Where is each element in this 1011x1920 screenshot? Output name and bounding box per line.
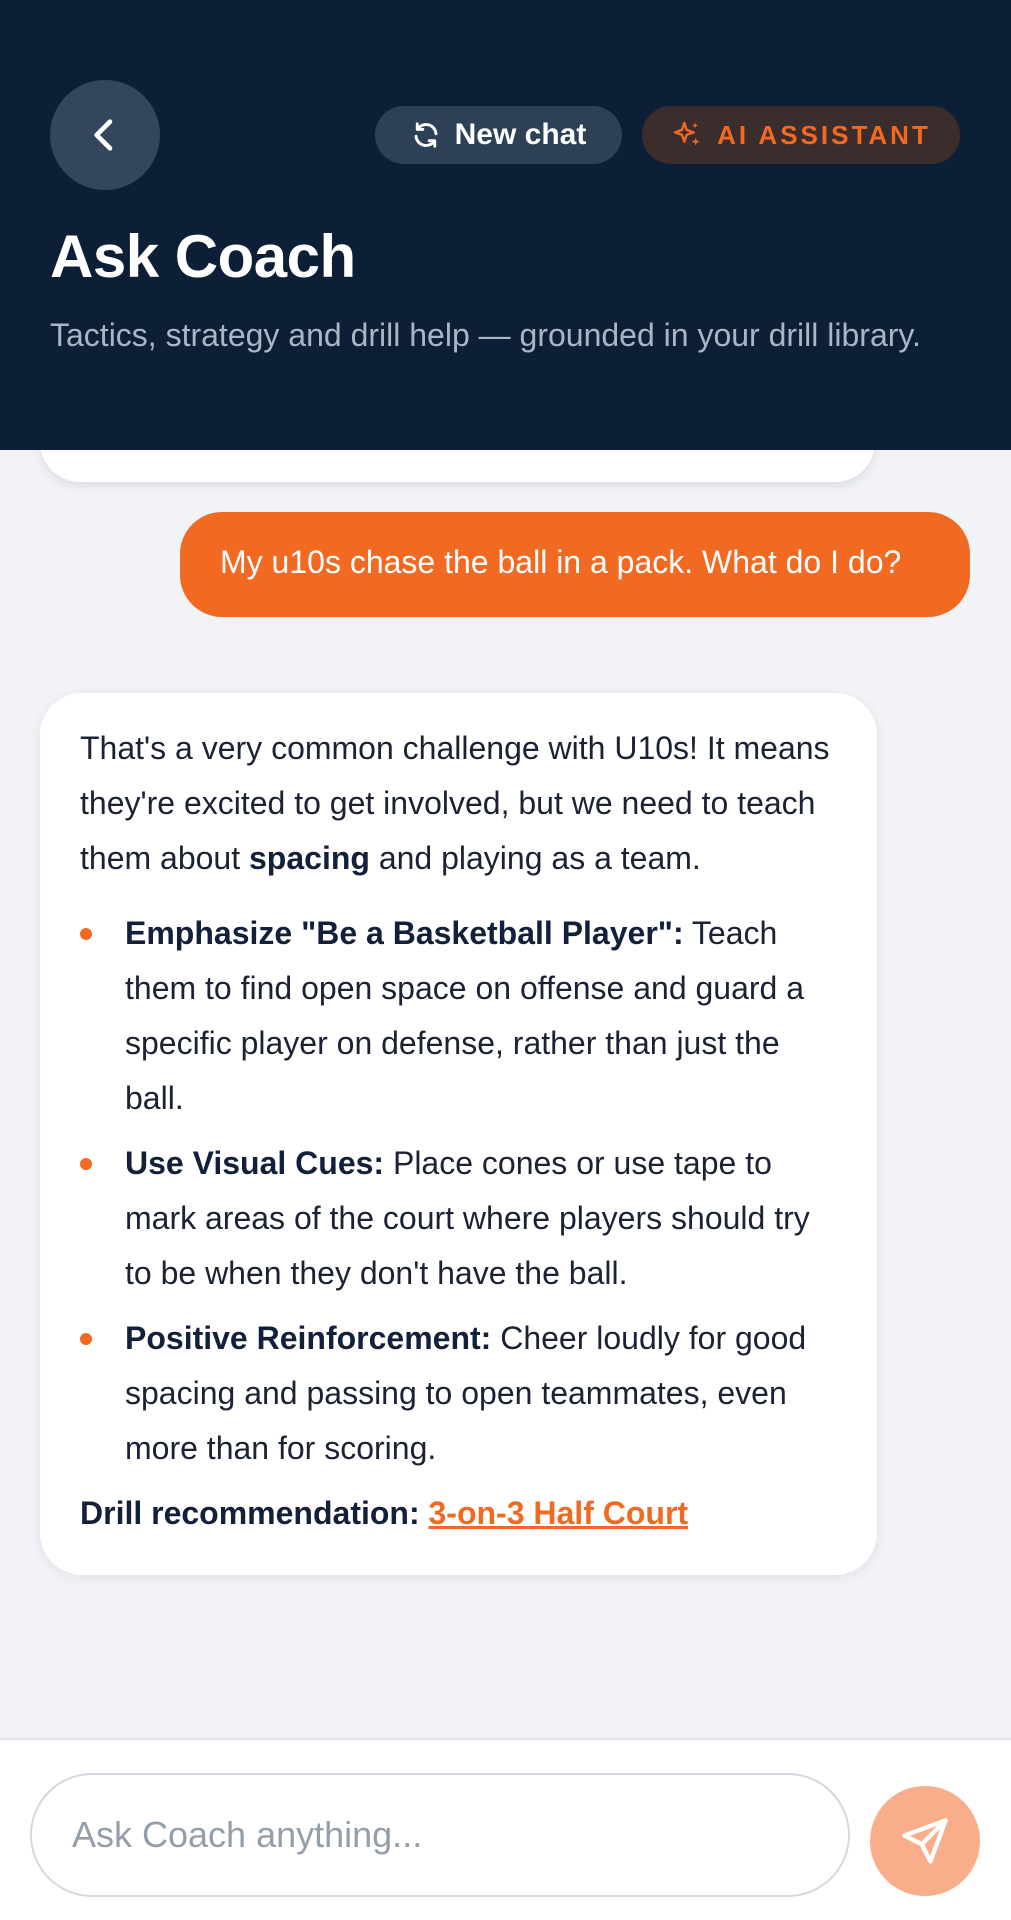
page-subtitle: Tactics, strategy and drill help — groun… [50,317,921,353]
ai-assistant-badge: AI ASSISTANT [642,106,960,164]
new-chat-label: New chat [454,118,587,151]
tip-title: Use Visual Cues: [125,1145,385,1181]
assistant-message-bubble: That's a very common challenge with U10s… [40,693,877,1575]
page-title: Ask Coach [50,223,356,290]
tip-title: Emphasize "Be a Basketball Player": [125,915,684,951]
app-root: New chat AI ASSISTANT Ask Coach Tactics,… [0,0,1011,1920]
sparkles-icon [673,121,700,146]
list-item: Use Visual Cues: Place cones or use tape… [80,1136,837,1301]
send-icon [902,1818,948,1864]
composer [0,1738,1011,1920]
ai-assistant-label: AI ASSISTANT [717,119,931,150]
refresh-icon [414,122,438,148]
assistant-intro-text-end: and playing as a team. [369,840,701,876]
previous-message-bubble [40,450,875,482]
tip-title: Positive Reinforcement: [125,1320,492,1356]
user-message-bubble: My u10s chase the ball in a pack. What d… [180,512,970,617]
header: New chat AI ASSISTANT Ask Coach Tactics,… [0,0,1011,450]
assistant-intro-emphasis: spacing [249,840,370,876]
chevron-left-icon [94,119,113,151]
new-chat-button[interactable]: New chat [375,106,622,164]
send-button[interactable] [870,1786,980,1896]
assistant-tips-list: Emphasize "Be a Basketball Player": Teac… [80,906,837,1476]
list-item: Emphasize "Be a Basketball Player": Teac… [80,906,837,1126]
drill-link[interactable]: 3-on-3 Half Court [429,1495,689,1531]
user-message-text: My u10s chase the ball in a pack. What d… [220,544,902,580]
chat-thread[interactable]: My u10s chase the ball in a pack. What d… [0,450,1011,1738]
list-item: Positive Reinforcement: Cheer loudly for… [80,1311,837,1476]
assistant-intro: That's a very common challenge with U10s… [80,721,837,886]
back-button[interactable] [50,80,160,190]
ask-coach-input[interactable] [30,1773,850,1897]
drill-recommendation: Drill recommendation: 3-on-3 Half Court [80,1486,837,1541]
drill-recommendation-label: Drill recommendation: [80,1495,420,1531]
